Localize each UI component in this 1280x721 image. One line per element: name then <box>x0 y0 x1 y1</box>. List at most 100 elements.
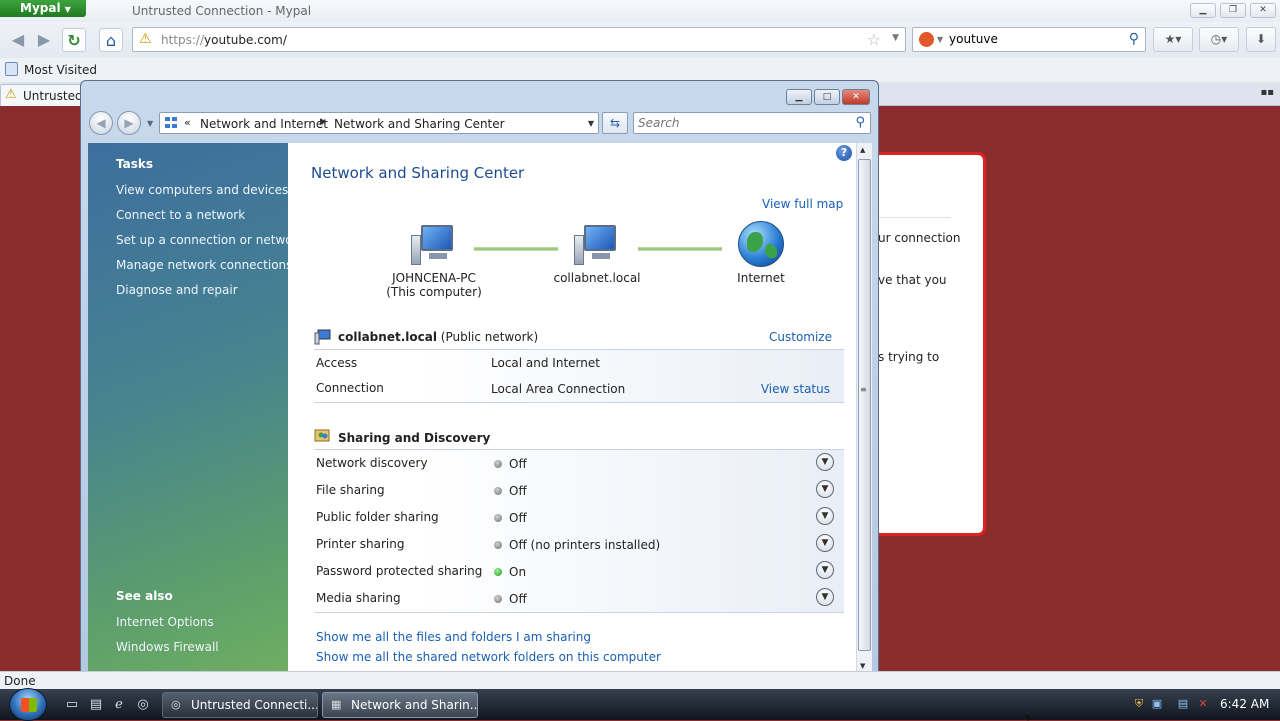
task-setup-connection[interactable]: Set up a connection or network <box>116 233 304 247</box>
sharing-icon <box>314 429 330 442</box>
maximize-button[interactable]: □ <box>814 89 840 105</box>
refresh-button[interactable]: ⇆ <box>602 112 628 134</box>
link-internet-options[interactable]: Internet Options <box>116 615 214 629</box>
access-label: Access <box>316 356 358 370</box>
bookmarks-menu-button[interactable]: ★▾ <box>1153 27 1193 52</box>
shield-icon[interactable]: ⛨ <box>1132 697 1146 711</box>
history-menu-button[interactable]: ◷▾ <box>1199 27 1239 52</box>
help-icon[interactable]: ? <box>836 145 852 161</box>
status-value: Off (no printers installed) <box>509 538 661 552</box>
task-view-computers[interactable]: View computers and devices <box>116 183 288 197</box>
view-full-map-link[interactable]: View full map <box>762 197 843 211</box>
warning-icon: ⚠ <box>139 31 152 47</box>
search-icon[interactable]: ⚲ <box>855 115 865 130</box>
back-arrow-icon[interactable]: ◀ <box>6 28 30 52</box>
restore-button[interactable]: ❐ <box>1220 3 1246 18</box>
most-visited-link[interactable]: Most Visited <box>24 63 97 77</box>
browser-title-bar: Mypal ▼ Untrusted Connection - Mypal ▁ ❐ … <box>0 0 1280 22</box>
breadcrumb-overflow-icon[interactable]: « <box>184 116 191 129</box>
engine-dropdown-icon[interactable]: ▼ <box>937 35 943 44</box>
breadcrumb-network-and-internet[interactable]: Network and Internet <box>200 117 328 131</box>
app-menu-button[interactable]: Mypal ▼ <box>0 0 86 17</box>
clock[interactable]: 6:42 AM <box>1220 697 1269 711</box>
explorer-search-input[interactable] <box>638 116 838 130</box>
network-icon: ▦ <box>331 698 342 711</box>
sharing-settings: Network discovery Off ▼ File sharing Off… <box>314 449 844 613</box>
browser-search-box[interactable]: ▼ ⚲ <box>912 27 1146 52</box>
task-connect-network[interactable]: Connect to a network <box>116 208 245 222</box>
task-manage-connections[interactable]: Manage network connections <box>116 258 292 272</box>
close-button[interactable]: ✕ <box>842 89 870 105</box>
tab-untrusted[interactable]: ⚠ Untrusted <box>0 84 90 106</box>
minimize-button[interactable]: ▁ <box>1190 3 1216 18</box>
show-desktop-icon[interactable]: ▭ <box>64 697 80 713</box>
expand-chevron-icon[interactable]: ▼ <box>816 534 834 552</box>
bookmark-star-icon[interactable]: ☆ <box>867 30 881 49</box>
recent-pages-dropdown-icon[interactable]: ▼ <box>147 119 153 128</box>
expand-chevron-icon[interactable]: ▼ <box>816 480 834 498</box>
switch-windows-icon[interactable]: ▤ <box>88 697 104 713</box>
expand-chevron-icon[interactable]: ▼ <box>816 453 834 471</box>
sharing-row-public-folder: Public folder sharing Off ▼ <box>314 504 844 531</box>
reload-button[interactable]: ↻ <box>62 28 86 52</box>
browser-quicklaunch-icon[interactable]: ◎ <box>135 697 151 713</box>
volume-muted-icon[interactable]: ✕ <box>1196 697 1210 711</box>
home-button[interactable]: ⌂ <box>99 28 123 52</box>
tray-app-icon[interactable]: ▣ <box>1150 697 1164 711</box>
search-icon[interactable]: ⚲ <box>1129 31 1139 47</box>
status-dot-off <box>494 514 502 522</box>
status-value: On <box>509 565 527 579</box>
url-text[interactable]: https://youtube.com/ <box>161 33 287 47</box>
map-node-computer[interactable]: JOHNCENA-PC (This computer) <box>384 225 484 299</box>
warning-icon: ⚠ <box>5 87 17 102</box>
status-dot-off <box>494 541 502 549</box>
url-dropdown-icon[interactable]: ▼ <box>892 33 899 43</box>
link-windows-firewall[interactable]: Windows Firewall <box>116 640 219 654</box>
scroll-grip-icon: ≡ <box>860 385 867 394</box>
minimize-button[interactable]: ▁ <box>786 89 812 105</box>
explorer-search-box[interactable]: ⚲ <box>633 112 871 134</box>
scroll-down-icon[interactable]: ▼ <box>860 662 865 670</box>
search-engine-icon[interactable] <box>919 32 934 47</box>
show-shared-folders-link[interactable]: Show me all the shared network folders o… <box>316 650 661 664</box>
forward-arrow-icon[interactable]: ▶ <box>32 28 56 52</box>
map-node-network[interactable]: collabnet.local <box>547 225 647 285</box>
forward-arrow-icon[interactable]: ▶ <box>117 111 141 135</box>
internet-explorer-icon[interactable]: ℯ <box>111 697 127 713</box>
expand-chevron-icon[interactable]: ▼ <box>816 588 834 606</box>
url-bar[interactable]: ⚠ https://youtube.com/ ☆ ▼ <box>132 27 906 52</box>
task-diagnose-repair[interactable]: Diagnose and repair <box>116 283 238 297</box>
address-bar[interactable]: « Network and Internet ▶ Network and Sha… <box>159 112 599 134</box>
scroll-thumb[interactable] <box>858 159 871 651</box>
show-shared-files-link[interactable]: Show me all the files and folders I am s… <box>316 630 591 644</box>
back-arrow-icon[interactable]: ◀ <box>89 111 113 135</box>
status-dot-off <box>494 595 502 603</box>
breadcrumb-separator-icon[interactable]: ▶ <box>320 117 327 127</box>
status-value: Off <box>509 457 527 471</box>
start-button[interactable] <box>9 688 47 721</box>
connection-line <box>474 247 558 251</box>
sharing-row-network-discovery: Network discovery Off ▼ <box>314 450 844 477</box>
sharing-row-media: Media sharing Off ▼ <box>314 585 844 612</box>
scroll-up-icon[interactable]: ▲ <box>860 146 865 154</box>
close-button[interactable]: ✕ <box>1250 3 1276 18</box>
customize-link[interactable]: Customize <box>769 330 832 344</box>
tab-list-icon[interactable]: ▪▪ <box>1260 87 1274 98</box>
view-status-link[interactable]: View status <box>761 382 830 396</box>
downloads-button[interactable]: ⬇ <box>1246 27 1276 52</box>
expand-chevron-icon[interactable]: ▼ <box>816 561 834 579</box>
tasks-heading: Tasks <box>116 157 154 171</box>
vertical-scrollbar[interactable]: ▲ ≡ ▼ <box>856 143 872 673</box>
address-dropdown-icon[interactable]: ▼ <box>588 119 594 128</box>
status-value: Off <box>509 592 527 606</box>
map-node-internet[interactable]: Internet <box>711 221 811 285</box>
network-tray-icon[interactable]: ▤ <box>1176 697 1190 711</box>
browser-search-input[interactable] <box>949 32 1125 46</box>
taskbar-button-network-center[interactable]: ▦ Network and Sharin... <box>322 692 478 718</box>
status-dot-off <box>494 460 502 468</box>
taskbar-button-browser[interactable]: ◎ Untrusted Connecti... <box>162 692 318 718</box>
sharing-row-password-protected: Password protected sharing On ▼ <box>314 558 844 585</box>
expand-chevron-icon[interactable]: ▼ <box>816 507 834 525</box>
breadcrumb-network-sharing-center[interactable]: Network and Sharing Center <box>334 117 505 131</box>
navigation-toolbar: ◀ ▶ ↻ ⌂ ⚠ https://youtube.com/ ☆ ▼ ▼ ⚲ ★… <box>0 22 1280 58</box>
